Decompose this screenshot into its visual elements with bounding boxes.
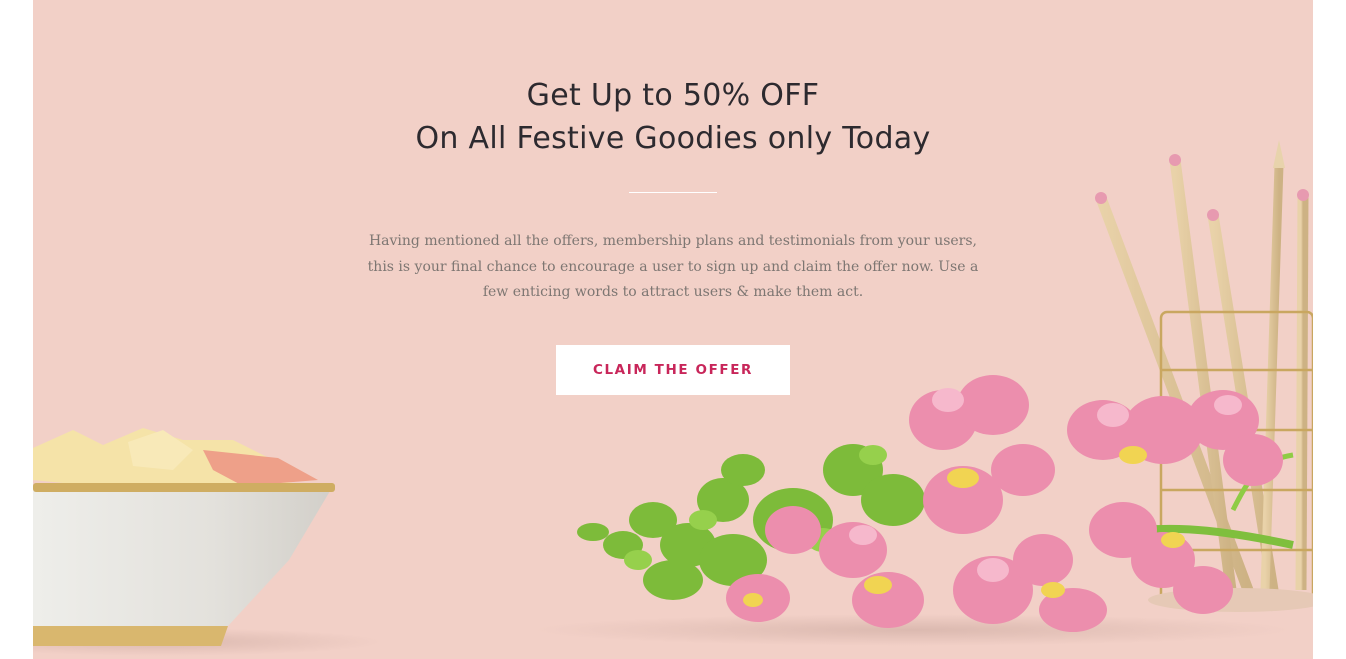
bowl-illustration bbox=[33, 428, 383, 656]
pencil-cup-illustration bbox=[1095, 140, 1313, 612]
flower-bouquet-illustration bbox=[533, 375, 1294, 646]
headline-line-2: On All Festive Goodies only Today bbox=[415, 121, 931, 156]
headline-line-1: Get Up to 50% OFF bbox=[526, 78, 820, 113]
divider bbox=[629, 192, 717, 193]
promo-hero-section: Get Up to 50% OFF On All Festive Goodies… bbox=[33, 0, 1313, 659]
claim-offer-button[interactable]: CLAIM THE OFFER bbox=[556, 345, 790, 395]
offer-description: Having mentioned all the offers, members… bbox=[367, 233, 979, 300]
